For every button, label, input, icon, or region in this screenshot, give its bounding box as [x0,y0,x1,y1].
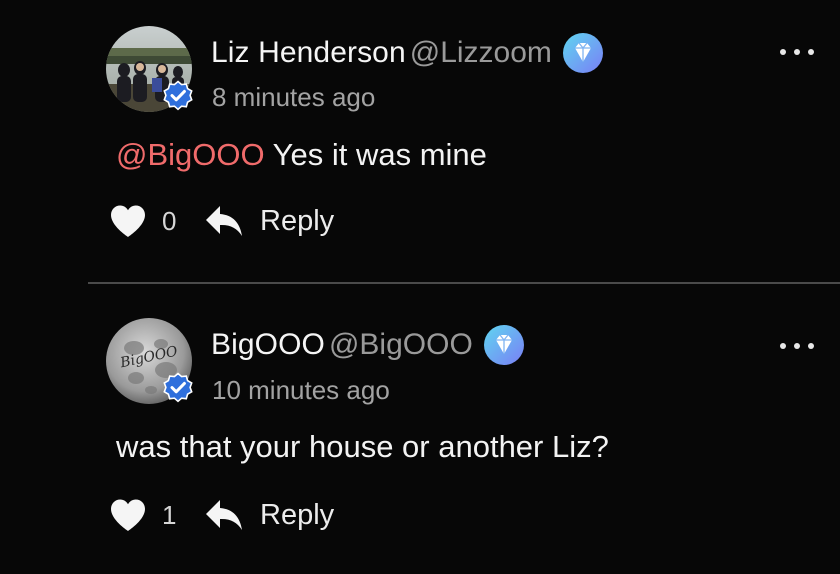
like-count: 1 [162,499,177,530]
author-row: Liz Henderson @Lizzoom [211,32,604,74]
comment-actions: 1 Reply [108,497,334,533]
timestamp: 10 minutes ago [212,375,390,405]
heart-icon[interactable] [108,203,148,239]
reply-label: Reply [260,204,335,237]
comment-card: Liz Henderson @Lizzoom 8 minutes ago @Bi… [0,0,840,282]
timestamp: 8 minutes ago [212,82,376,112]
comment-text: was that your house or another Liz? [116,429,609,464]
reply-button[interactable]: Reply [204,498,334,532]
diamond-badge-icon [483,325,524,365]
verified-check-icon [163,372,193,403]
like-count: 0 [162,205,177,236]
display-name[interactable]: Liz Henderson [211,36,406,70]
author-row: BigOOO @BigOOO [211,324,525,366]
more-options-icon[interactable] [780,45,814,59]
reply-button[interactable]: Reply [204,204,334,238]
user-handle[interactable]: @Lizzoom [410,36,552,70]
comment-body: @BigOOO Yes it was mine [116,137,487,173]
avatar[interactable] [106,26,193,112]
reply-label: Reply [260,498,335,531]
user-handle[interactable]: @BigOOO [329,328,473,362]
reply-arrow-icon [206,206,242,236]
avatar[interactable]: BigOOO [106,318,193,404]
display-name[interactable]: BigOOO [211,328,325,362]
comment-text: Yes it was mine [264,137,487,172]
diamond-badge-icon [562,33,603,73]
comment-card: BigOOO BigOOO @BigOOO 10 minutes ago was… [0,284,840,574]
verified-check-icon [163,80,193,111]
mention-link[interactable]: @BigOOO [116,137,265,172]
reply-arrow-icon [206,500,242,530]
comment-body: was that your house or another Liz? [116,429,609,465]
heart-icon[interactable] [108,497,148,533]
comment-actions: 0 Reply [108,203,334,239]
more-options-icon[interactable] [780,339,814,353]
